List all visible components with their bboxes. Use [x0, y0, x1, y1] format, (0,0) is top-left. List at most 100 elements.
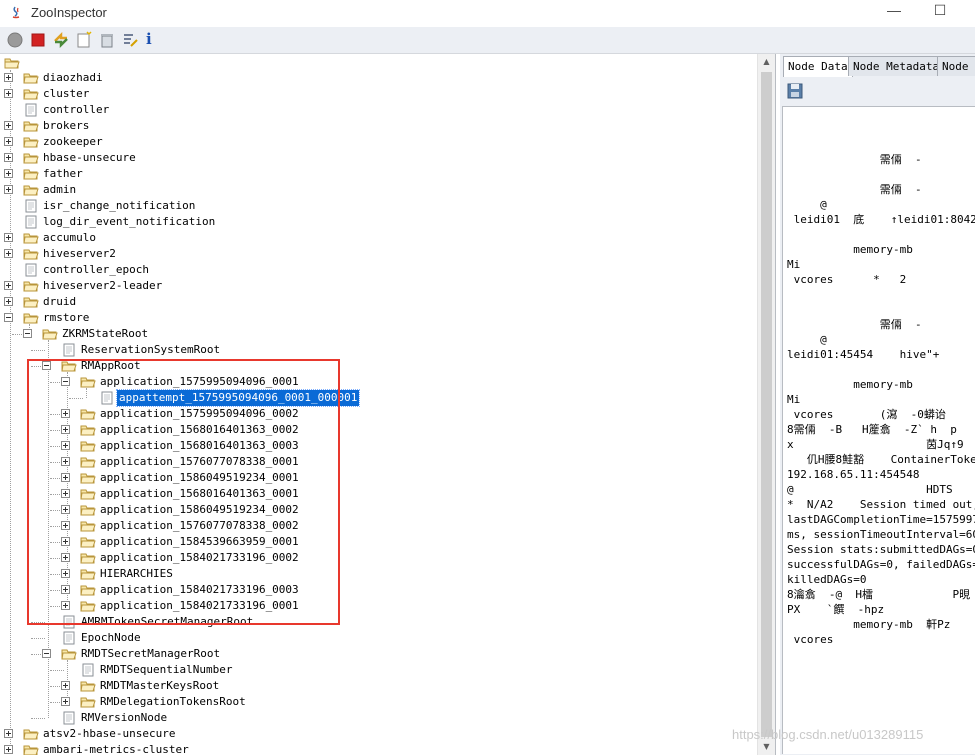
- tab-node-data[interactable]: Node Data: [783, 56, 853, 77]
- expand-icon[interactable]: [61, 585, 70, 594]
- tree-node[interactable]: druid: [0, 294, 757, 310]
- tree-node-label[interactable]: cluster: [41, 86, 91, 102]
- disconnect-icon[interactable]: [29, 31, 47, 49]
- tree-node[interactable]: hiveserver2-leader: [0, 278, 757, 294]
- tree-node-label[interactable]: application_1568016401363_0001: [98, 486, 301, 502]
- tree-node[interactable]: application_1575995094096_0002: [0, 406, 757, 422]
- tree-node-label[interactable]: RMDTMasterKeysRoot: [98, 678, 221, 694]
- tree-node-label[interactable]: accumulo: [41, 230, 98, 246]
- tree-node-label[interactable]: application_1584021733196_0001: [98, 598, 301, 614]
- tree-node-label[interactable]: application_1576077078338_0001: [98, 454, 301, 470]
- tree-node[interactable]: brokers: [0, 118, 757, 134]
- tree-node[interactable]: application_1584021733196_0001: [0, 598, 757, 614]
- tree-node-label[interactable]: application_1568016401363_0002: [98, 422, 301, 438]
- tree-node-label[interactable]: RMDTSequentialNumber: [98, 662, 234, 678]
- tree-node-label[interactable]: application_1586049519234_0001: [98, 470, 301, 486]
- tree-node[interactable]: rmstore: [0, 310, 757, 326]
- connect-icon[interactable]: [6, 31, 24, 49]
- expand-icon[interactable]: [61, 681, 70, 690]
- tree-node[interactable]: RMDTSequentialNumber: [0, 662, 757, 678]
- scroll-up-arrow[interactable]: ▲: [758, 54, 775, 70]
- tree-node[interactable]: diaozhadi: [0, 70, 757, 86]
- tree-node[interactable]: atsv2-hbase-unsecure: [0, 726, 757, 742]
- tree-node[interactable]: RMDTSecretManagerRoot: [0, 646, 757, 662]
- expand-icon[interactable]: [4, 169, 13, 178]
- tree-node[interactable]: application_1568016401363_0001: [0, 486, 757, 502]
- tree-node-label[interactable]: druid: [41, 294, 78, 310]
- expand-icon[interactable]: [61, 553, 70, 562]
- scroll-thumb[interactable]: [761, 72, 772, 737]
- tree-node[interactable]: EpochNode: [0, 630, 757, 646]
- node-viewers-icon[interactable]: [121, 31, 139, 49]
- tree-node[interactable]: application_1576077078338_0001: [0, 454, 757, 470]
- tree-node[interactable]: ZKRMStateRoot: [0, 326, 757, 342]
- tree-node[interactable]: controller_epoch: [0, 262, 757, 278]
- tree-node[interactable]: AMRMTokenSecretManagerRoot: [0, 614, 757, 630]
- tree-node-label[interactable]: RMVersionNode: [79, 710, 169, 726]
- expand-icon[interactable]: [4, 137, 13, 146]
- tree-node-label-selected[interactable]: appattempt_1575995094096_0001_000001: [115, 389, 361, 407]
- tree-node-label[interactable]: ZKRMStateRoot: [60, 326, 150, 342]
- maximize-button[interactable]: ☐: [920, 2, 960, 22]
- tree-node-label[interactable]: application_1584539663959_0001: [98, 534, 301, 550]
- expand-icon[interactable]: [4, 281, 13, 290]
- tree-node[interactable]: hbase-unsecure: [0, 150, 757, 166]
- tree-node[interactable]: application_1575995094096_0001: [0, 374, 757, 390]
- tree-node-label[interactable]: HIERARCHIES: [98, 566, 175, 582]
- tree-node-label[interactable]: RMDelegationTokensRoot: [98, 694, 248, 710]
- tree-node-label[interactable]: ambari-metrics-cluster: [41, 742, 191, 755]
- tree-node-label[interactable]: application_1575995094096_0002: [98, 406, 301, 422]
- tree-node[interactable]: controller: [0, 102, 757, 118]
- expand-icon[interactable]: [61, 505, 70, 514]
- expand-icon[interactable]: [4, 297, 13, 306]
- tree-node-label[interactable]: isr_change_notification: [41, 198, 197, 214]
- tree-node-label[interactable]: controller_epoch: [41, 262, 151, 278]
- tree-node[interactable]: application_1584021733196_0002: [0, 550, 757, 566]
- tree-node[interactable]: hiveserver2: [0, 246, 757, 262]
- tab-node-metadata[interactable]: Node Metadata: [848, 56, 945, 76]
- tree-node-label[interactable]: hbase-unsecure: [41, 150, 138, 166]
- about-icon[interactable]: i: [146, 30, 164, 48]
- tree-node[interactable]: cluster: [0, 86, 757, 102]
- expand-icon[interactable]: [4, 73, 13, 82]
- tree-node-label[interactable]: ReservationSystemRoot: [79, 342, 222, 358]
- expand-icon[interactable]: [4, 121, 13, 130]
- tree-node[interactable]: RMDTMasterKeysRoot: [0, 678, 757, 694]
- tree-node-label[interactable]: AMRMTokenSecretManagerRoot: [79, 614, 255, 630]
- tree-node-label[interactable]: RMDTSecretManagerRoot: [79, 646, 222, 662]
- expand-icon[interactable]: [4, 89, 13, 98]
- tab-node-acl[interactable]: Node A: [937, 56, 975, 76]
- tree-node[interactable]: isr_change_notification: [0, 198, 757, 214]
- tree-node[interactable]: father: [0, 166, 757, 182]
- tree-node-label[interactable]: brokers: [41, 118, 91, 134]
- tree-node[interactable]: zookeeper: [0, 134, 757, 150]
- tree-node[interactable]: application_1586049519234_0002: [0, 502, 757, 518]
- tree-node[interactable]: accumulo: [0, 230, 757, 246]
- tree-node-label[interactable]: admin: [41, 182, 78, 198]
- tree-node-label[interactable]: application_1586049519234_0002: [98, 502, 301, 518]
- expand-icon[interactable]: [61, 441, 70, 450]
- collapse-icon[interactable]: [23, 329, 32, 338]
- expand-icon[interactable]: [4, 233, 13, 242]
- collapse-icon[interactable]: [42, 649, 51, 658]
- tree-node[interactable]: application_1568016401363_0002: [0, 422, 757, 438]
- tree-node[interactable]: HIERARCHIES: [0, 566, 757, 582]
- tree-node-label[interactable]: diaozhadi: [41, 70, 105, 86]
- tree-node[interactable]: application_1576077078338_0002: [0, 518, 757, 534]
- expand-icon[interactable]: [61, 521, 70, 530]
- tree-node[interactable]: application_1586049519234_0001: [0, 470, 757, 486]
- tree-node-label[interactable]: hiveserver2: [41, 246, 118, 262]
- expand-icon[interactable]: [61, 601, 70, 610]
- save-icon[interactable]: [787, 83, 803, 99]
- expand-icon[interactable]: [61, 425, 70, 434]
- expand-icon[interactable]: [4, 185, 13, 194]
- tree-node-label[interactable]: application_1584021733196_0002: [98, 550, 301, 566]
- tree-node-label[interactable]: EpochNode: [79, 630, 143, 646]
- minimize-button[interactable]: —: [874, 2, 914, 22]
- tree-node-label[interactable]: father: [41, 166, 85, 182]
- tree-node-label[interactable]: hiveserver2-leader: [41, 278, 164, 294]
- expand-icon[interactable]: [61, 537, 70, 546]
- tree-node-label[interactable]: atsv2-hbase-unsecure: [41, 726, 177, 742]
- expand-icon[interactable]: [4, 249, 13, 258]
- expand-icon[interactable]: [61, 473, 70, 482]
